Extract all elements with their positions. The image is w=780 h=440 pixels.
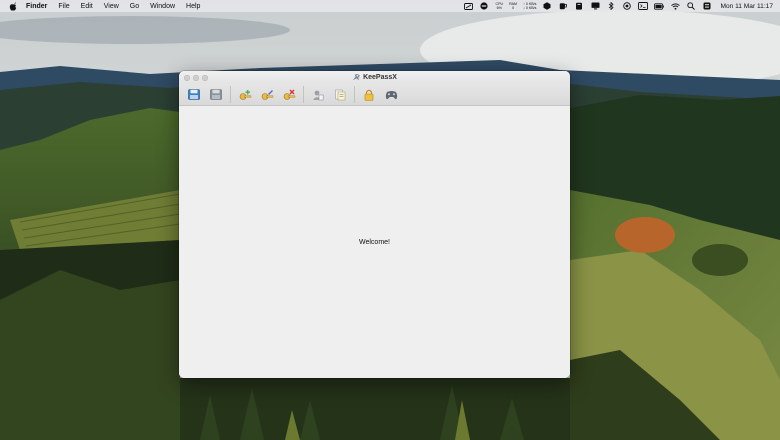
menu-view[interactable]: View [104,3,119,10]
display-icon[interactable] [590,2,600,10]
main-content-area: Welcome! [179,106,570,378]
save-database-button[interactable] [209,88,223,102]
wifi-icon[interactable] [670,2,680,10]
edit-entry-icon [261,89,273,100]
menu-go[interactable]: Go [130,3,139,10]
toolbar-separator [354,86,355,103]
window-titlebar[interactable]: KeePassX [179,71,570,84]
menu-bar: Finder File Edit View Go Window Help CPU… [0,0,780,12]
add-entry-icon [239,89,251,100]
do-not-disturb-icon[interactable] [479,2,489,10]
copy-password-button[interactable] [333,88,347,102]
add-entry-button[interactable] [238,88,252,102]
copy-username-icon [313,90,324,100]
cpu-meter[interactable]: CPU 6% [495,2,503,10]
password-generator-icon [385,90,397,99]
toolbar-separator [230,86,231,103]
copy-username-button[interactable] [311,88,325,102]
record-icon[interactable] [622,2,632,10]
edit-entry-button[interactable] [260,88,274,102]
menu-finder[interactable]: Finder [26,3,47,10]
clipboard-icon[interactable] [574,2,584,10]
menubar-status-area: CPU 6% RAM 0 ↑ 0 KB/s ↓ 0 KB/s Mon 11 Ma… [457,0,773,12]
copy-password-icon [335,89,346,100]
welcome-message: Welcome! [359,238,390,246]
ram-meter[interactable]: RAM 0 [509,2,517,10]
menu-help[interactable]: Help [186,3,200,10]
close-window-button[interactable] [184,74,190,81]
password-generator-button[interactable] [384,88,398,102]
bluetooth-icon[interactable] [606,2,616,10]
zoom-window-button[interactable] [202,74,208,81]
main-toolbar [179,84,570,106]
coffee-cup-icon[interactable] [558,2,568,10]
spotlight-search-icon[interactable] [686,2,696,10]
window-title-group: KeePassX [352,73,397,82]
lock-database-button[interactable] [362,88,376,102]
minimize-window-button[interactable] [193,74,199,81]
cpu-value: 6% [496,6,502,10]
app-status-icon[interactable] [542,2,552,10]
window-manager-icon[interactable] [638,2,649,10]
new-database-icon [188,89,200,100]
menu-file[interactable]: File [58,3,69,10]
save-database-icon [210,89,222,100]
keepassx-window: KeePassX Welcome! [179,71,570,378]
apple-logo-icon[interactable] [9,1,17,11]
new-database-button[interactable] [187,88,201,102]
screen-capture-icon[interactable] [463,2,473,10]
ram-value: 0 [512,6,515,10]
control-center-icon[interactable] [702,2,712,10]
window-title: KeePassX [363,74,397,81]
menu-window[interactable]: Window [150,3,175,10]
menubar-clock[interactable]: Mon 11 Mar 11:17 [720,3,773,10]
network-download: ↓ 0 KB/s [523,6,537,10]
battery-icon[interactable] [654,2,665,10]
toolbar-separator [303,86,304,103]
delete-entry-icon [283,89,295,100]
delete-entry-button[interactable] [282,88,296,102]
menu-edit[interactable]: Edit [81,3,93,10]
keepassx-logo-icon [352,73,361,81]
window-controls [184,74,211,81]
network-meter[interactable]: ↑ 0 KB/s ↓ 0 KB/s [523,2,536,10]
lock-database-icon [364,89,374,101]
